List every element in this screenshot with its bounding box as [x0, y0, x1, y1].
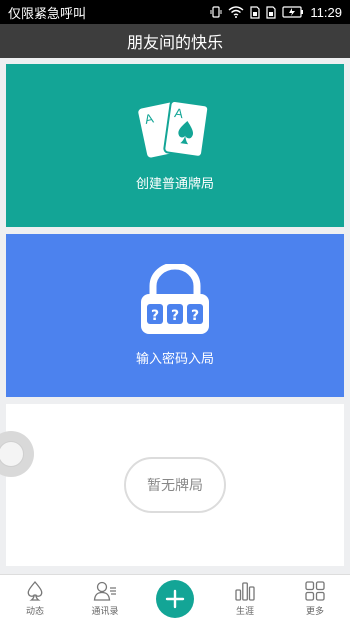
title-bar: 朋友间的快乐 [0, 24, 350, 58]
contacts-icon [93, 581, 116, 601]
svg-text:?: ? [171, 308, 179, 324]
nav-label-feed: 动态 [25, 607, 44, 617]
svg-text:?: ? [191, 308, 199, 324]
bottom-nav: 动态 通讯录 生涯 更多 [0, 574, 350, 622]
nav-item-contacts[interactable]: 通讯录 [70, 575, 140, 622]
status-bar: 仅限紧急呼叫 11:29 [0, 0, 350, 24]
sim2-icon [266, 5, 277, 19]
plus-icon [165, 589, 185, 608]
grid-icon [305, 581, 325, 601]
svg-text:?: ? [151, 308, 159, 324]
spade-icon [27, 581, 43, 601]
nav-label-career: 生涯 [235, 607, 254, 617]
wifi-icon [228, 6, 244, 18]
battery-icon [282, 6, 304, 18]
empty-state-badge: 暂无牌局 [124, 457, 226, 513]
empty-state-label: 暂无牌局 [147, 478, 203, 494]
clock: 11:29 [310, 4, 342, 20]
bar-chart-icon [235, 582, 255, 601]
carrier-text: 仅限紧急呼叫 [8, 6, 87, 22]
playing-cards-icon: A A [135, 99, 215, 165]
status-icons: 11:29 [210, 5, 342, 20]
nav-item-career[interactable]: 生涯 [210, 575, 280, 622]
nav-item-feed[interactable]: 动态 [0, 575, 70, 622]
create-game-label: 创建普通牌局 [135, 177, 214, 192]
join-with-password-label: 输入密码入局 [135, 352, 214, 367]
nav-item-more[interactable]: 更多 [280, 575, 350, 622]
game-list-empty: 暂无牌局 [6, 404, 344, 566]
sim1-icon [250, 5, 261, 19]
create-game-button[interactable]: A A 创建普通牌局 [6, 64, 344, 227]
vibrate-icon [210, 6, 222, 18]
page-title: 朋友间的快乐 [126, 33, 223, 52]
nav-label-contacts: 通讯录 [91, 607, 119, 617]
floating-handle-knob [0, 441, 24, 467]
padlock-icon: ? ? ? [137, 262, 213, 340]
add-game-button[interactable] [156, 579, 194, 618]
nav-label-more: 更多 [305, 607, 324, 617]
join-with-password-button[interactable]: ? ? ? 输入密码入局 [6, 234, 344, 397]
nav-item-add [140, 575, 210, 622]
